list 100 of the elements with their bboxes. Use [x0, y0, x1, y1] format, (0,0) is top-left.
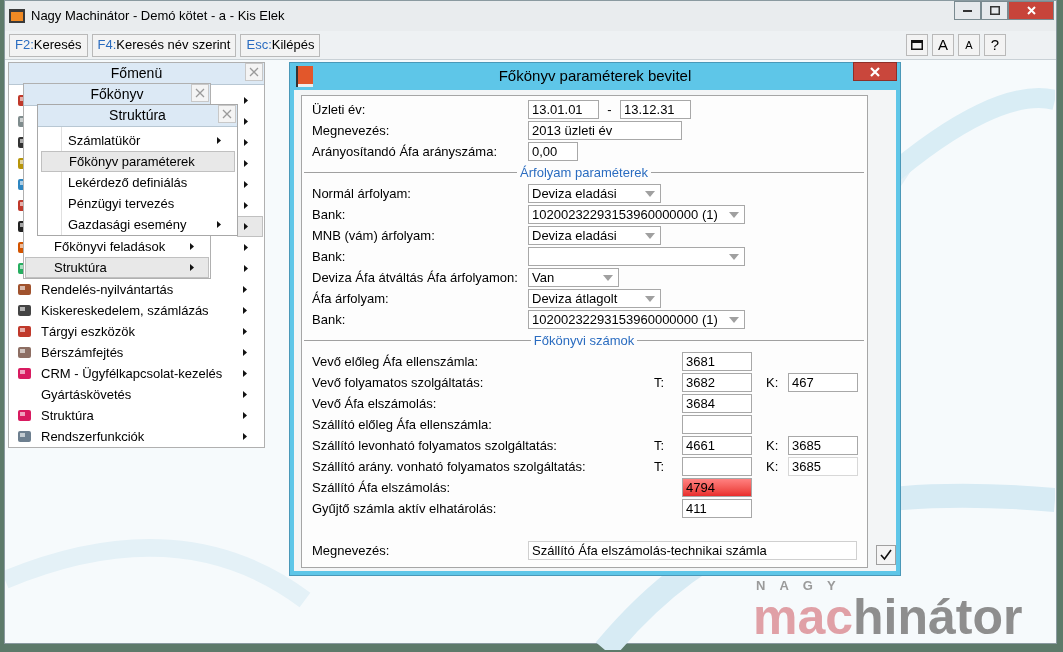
field-label: Vevő előleg Áfa ellenszámla: [312, 352, 480, 371]
dropdown-arrow-icon [729, 211, 739, 218]
input-field[interactable]: 13.12.31 [620, 100, 691, 119]
menu-item-label: Főkönyvi feladások [54, 237, 166, 256]
menu-item[interactable]: Tárgyi eszközök [10, 321, 263, 342]
close-button[interactable] [1008, 1, 1054, 20]
font-size-button[interactable]: A [932, 34, 954, 56]
input-field[interactable]: 4661 [682, 436, 752, 455]
dropdown-arrow-icon [729, 316, 739, 323]
submenu-arrow-icon [244, 265, 248, 272]
menu-title: Főkönyv [90, 85, 144, 104]
window-button[interactable] [906, 34, 928, 56]
input-field[interactable]: 2013 üzleti év [528, 121, 682, 140]
submenu-arrow-icon [217, 137, 221, 144]
submenu-arrow-icon [243, 349, 247, 356]
input-field[interactable]: 4794 [682, 478, 752, 497]
menu-item[interactable]: Struktúra [25, 257, 209, 278]
input-field[interactable]: 3684 [682, 394, 752, 413]
field-label: MNB (vám) árfolyam: [312, 226, 436, 245]
field-label: Vevő Áfa elszámolás: [312, 394, 438, 413]
menu-item[interactable]: Kiskereskedelem, számlázás [10, 300, 263, 321]
minimize-button[interactable] [954, 1, 981, 20]
dialog-title: Főkönyv paraméterek bevitel [498, 66, 692, 87]
input-field[interactable]: 411 [682, 499, 752, 518]
menu-icon [17, 345, 32, 360]
menu-item-label: Bérszámfejtés [41, 343, 124, 362]
input-field[interactable] [682, 457, 752, 476]
dropdown[interactable]: 10200232293153960000000 (1) [528, 310, 745, 329]
submenu-arrow-icon [244, 223, 248, 230]
menu-item-label: Lekérdező definiálás [68, 173, 188, 192]
font-size-button[interactable]: ? [984, 34, 1006, 56]
field-label: Szállító Áfa elszámolás: [312, 478, 451, 497]
menu-item[interactable]: Rendelés-nyilvántartás [10, 279, 263, 300]
dropdown[interactable]: Deviza átlagolt [528, 289, 661, 308]
dropdown-arrow-icon [603, 274, 613, 281]
menu-item[interactable]: Főkönyvi feladások [26, 236, 208, 257]
input-field[interactable]: 13.01.01 [528, 100, 599, 119]
field-label: Gyűjtő számla aktív elhatárolás: [312, 499, 498, 518]
input-field[interactable] [682, 415, 752, 434]
app-logo-icon [9, 9, 25, 23]
field-prefix: K: [765, 457, 780, 476]
menu-item-label: Gyártáskövetés [41, 385, 132, 404]
menu-item[interactable]: Számlatükör [62, 130, 237, 151]
dropdown[interactable]: 10200232293153960000000 (1) [528, 205, 745, 224]
menu-item[interactable]: Rendszerfunkciók [10, 426, 263, 447]
font-size-button[interactable]: A [958, 34, 980, 56]
menu-item[interactable]: Gazdasági esemény [62, 214, 237, 235]
field-label: Bank: [312, 310, 347, 329]
logo-text-accent: mac [753, 593, 854, 641]
dropdown[interactable]: Deviza eladási [528, 226, 661, 245]
field-label: Vevő folyamatos szolgáltatás: [312, 373, 485, 392]
dropdown-arrow-icon [729, 253, 739, 260]
menu-item-label: Gazdasági esemény [68, 215, 187, 234]
toolbar-button[interactable]: F4:Keresés név szerint [91, 33, 237, 57]
field-label: Üzleti év: [312, 100, 367, 119]
window-icon [911, 40, 923, 50]
menu-item[interactable]: Lekérdező definiálás [62, 172, 237, 193]
confirm-button[interactable] [876, 545, 896, 565]
field-prefix: K: [765, 436, 780, 455]
menu-item-label: Pénzügyi tervezés [68, 194, 175, 213]
maximize-icon [989, 6, 1000, 15]
input-field[interactable]: 3685 [788, 436, 858, 455]
range-separator: - [606, 100, 613, 119]
minimize-icon [963, 9, 972, 12]
input-field[interactable]: 0,00 [528, 142, 578, 161]
field-label: Arányosítandó Áfa arányszáma: [312, 142, 498, 161]
submenu-arrow-icon [244, 97, 248, 104]
menu-item[interactable] [237, 216, 263, 237]
menu-item[interactable]: Struktúra [10, 405, 263, 426]
close-icon [222, 109, 232, 119]
logo-text: hinátor [853, 593, 1023, 641]
submenu-arrow-icon [244, 202, 248, 209]
menu-icon [17, 303, 32, 318]
field-label: Deviza Áfa átváltás Áfa árfolyamon: [312, 268, 519, 287]
dropdown[interactable]: Deviza eladási [528, 184, 661, 203]
menu-item[interactable]: Gyártáskövetés [10, 384, 263, 405]
submenu-arrow-icon [243, 412, 247, 419]
input-field[interactable]: 467 [788, 373, 858, 392]
toolbar-button[interactable]: F2:Keresés [9, 33, 88, 57]
menu-icon [17, 324, 32, 339]
submenu-arrow-icon [244, 118, 248, 125]
toolbar-button[interactable]: Esc:Kilépés [240, 33, 321, 57]
menu-item[interactable]: Pénzügyi tervezés [62, 193, 237, 214]
menu-item[interactable]: Főkönyv paraméterek [41, 151, 235, 172]
section-heading: Főkönyvi számok [532, 331, 636, 350]
submenu-arrow-icon [243, 286, 247, 293]
input-field[interactable]: 3682 [682, 373, 752, 392]
close-button[interactable] [853, 62, 897, 81]
submenu-arrow-icon [243, 328, 247, 335]
maximize-button[interactable] [981, 1, 1008, 20]
input-field[interactable]: Szállító Áfa elszámolás-technikai számla [528, 541, 857, 560]
menu-item[interactable]: CRM - Ügyfélkapcsolat-kezelés [10, 363, 263, 384]
field-label: Szállító arány. vonható folyamatos szolgáltatás: [312, 457, 587, 476]
input-field[interactable]: 3681 [682, 352, 752, 371]
menu-item[interactable]: Bérszámfejtés [10, 342, 263, 363]
dropdown[interactable]: Van [528, 268, 619, 287]
menu-item-label: Kiskereskedelem, számlázás [41, 301, 209, 320]
book-icon [294, 64, 316, 88]
field-label: Megnevezés: [312, 541, 391, 560]
submenu-arrow-icon [243, 370, 247, 377]
